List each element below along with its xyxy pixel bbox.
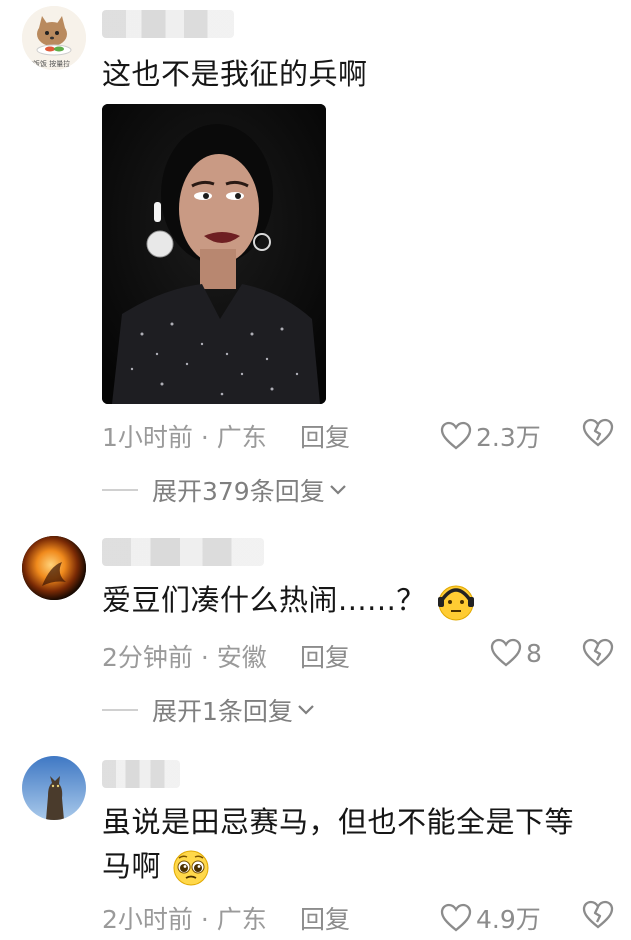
- comment-text-line2: 马啊: [102, 849, 162, 883]
- heart-outline-icon: [440, 903, 472, 932]
- comment-1: 吃饭饭 按量拉 这也不是我征的兵啊 1小时前 · 广东 回复 2.3万 展开37…: [0, 0, 631, 520]
- broken-heart-icon: [582, 418, 614, 447]
- heart-outline-icon: [440, 421, 472, 450]
- expand-replies-button[interactable]: 展开1条回复: [102, 692, 315, 728]
- username-blurred[interactable]: [102, 10, 234, 38]
- username-blurred[interactable]: [102, 538, 264, 566]
- dislike-button[interactable]: [582, 638, 614, 668]
- chevron-down-icon: [329, 485, 346, 495]
- comment-time: 2分钟前: [102, 643, 193, 672]
- comment-text-line2-wrap: 马啊: [102, 844, 622, 888]
- comment-location: 广东: [216, 905, 267, 934]
- expand-replies-button[interactable]: 展开379条回复: [102, 472, 347, 508]
- reply-button[interactable]: 回复: [300, 638, 350, 674]
- like-button[interactable]: 4.9万: [440, 900, 541, 936]
- comment-text-content: 爱豆们凑什么热闹......？: [102, 583, 426, 617]
- pleading-face-emoji: [173, 850, 209, 886]
- comment-meta: 2小时前 · 广东: [102, 900, 267, 936]
- chevron-down-icon: [298, 705, 314, 715]
- comment-3: 虽说是田忌赛马，但也不能全是下等 马啊 2小时前 · 广东 回复 4.9万: [0, 750, 631, 940]
- cat-sky-avatar-icon: [22, 756, 86, 820]
- meta-separator: ·: [200, 423, 209, 452]
- username-blurred[interactable]: [102, 760, 180, 788]
- comment-meta: 1小时前 · 广东: [102, 418, 267, 454]
- woman-photo-icon: [102, 104, 326, 404]
- heart-outline-icon: [490, 638, 522, 667]
- dislike-button[interactable]: [582, 900, 614, 930]
- avatar[interactable]: 吃饭饭 按量拉: [22, 6, 86, 70]
- dislike-button[interactable]: [582, 418, 614, 448]
- like-count: 4.9万: [476, 905, 541, 934]
- like-count: 8: [526, 638, 542, 668]
- broken-heart-icon: [582, 638, 614, 667]
- divider-line: [102, 489, 138, 491]
- meta-separator: ·: [200, 905, 209, 934]
- expand-label: 展开379条回复: [152, 477, 325, 506]
- divider-line: [102, 709, 138, 711]
- like-button[interactable]: 8: [490, 638, 542, 668]
- comment-meta: 2分钟前 · 安徽: [102, 638, 267, 674]
- comment-2: 爱豆们凑什么热闹......？ 2分钟前 · 安徽 回复 8 展开1条回复: [0, 530, 631, 730]
- worried-face-emoji: [437, 585, 474, 621]
- comment-text: 爱豆们凑什么热闹......？: [102, 578, 476, 622]
- avatar-caption: 吃饭饭 按量拉: [26, 60, 71, 68]
- comment-image[interactable]: [102, 104, 326, 404]
- comment-text: 这也不是我征的兵啊: [102, 57, 368, 91]
- comment-location: 广东: [216, 423, 267, 452]
- fire-avatar-icon: [22, 536, 86, 600]
- expand-label: 展开1条回复: [152, 697, 293, 726]
- like-button[interactable]: 2.3万: [440, 418, 541, 454]
- avatar[interactable]: [22, 756, 86, 820]
- comment-text-line1: 虽说是田忌赛马，但也不能全是下等: [102, 805, 575, 839]
- reply-button[interactable]: 回复: [300, 418, 350, 454]
- like-count: 2.3万: [476, 423, 541, 452]
- comment-text: 虽说是田忌赛马，但也不能全是下等 马啊: [102, 800, 622, 888]
- avatar[interactable]: [22, 536, 86, 600]
- comment-time: 1小时前: [102, 423, 193, 452]
- broken-heart-icon: [582, 900, 614, 929]
- meta-separator: ·: [200, 643, 209, 672]
- comment-time: 2小时前: [102, 905, 193, 934]
- reply-button[interactable]: 回复: [300, 900, 350, 936]
- comment-location: 安徽: [216, 643, 267, 672]
